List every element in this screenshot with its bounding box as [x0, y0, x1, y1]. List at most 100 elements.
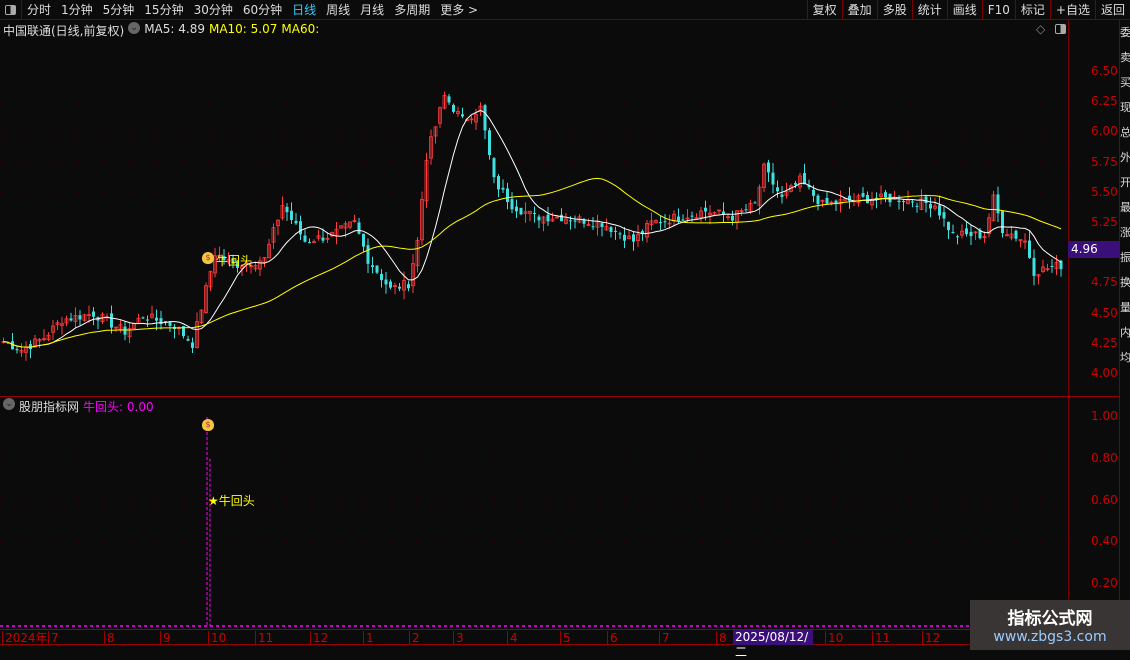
candle-body [767, 162, 770, 173]
indicator-source: 股朋指标网 [19, 400, 80, 414]
candle-body [488, 130, 491, 156]
candle-body [659, 222, 662, 224]
candle-body [573, 220, 577, 222]
candle-body [321, 237, 325, 241]
candle-body [299, 221, 302, 235]
date-label: 3 [453, 631, 464, 645]
candle-body [294, 220, 298, 224]
candle-body [69, 318, 73, 321]
candle-body [146, 319, 149, 321]
candle-body [492, 158, 496, 178]
candle-body [1050, 265, 1054, 267]
candle-body [897, 200, 901, 203]
candle-body [515, 206, 518, 212]
chevron-down-icon[interactable]: ⌄ [3, 398, 15, 410]
price-tick: 6.50 [1091, 64, 1118, 78]
candle-body [537, 216, 541, 221]
candle-body [780, 194, 784, 197]
candle-body [461, 114, 464, 117]
panel-divider[interactable] [0, 396, 1120, 397]
date-label: 10 [208, 631, 226, 645]
candle-body [290, 210, 293, 220]
candle-body [690, 215, 694, 217]
watermark: 指标公式网 www.zbgs3.com [970, 600, 1130, 650]
date-axis: 2024年 7 8 9 10 11 12 1 2 3 4 5 6 7 8 10 11 12 [0, 629, 1130, 645]
indicator-tick: 0.40 [1091, 534, 1118, 549]
price-tick: 6.00 [1091, 124, 1118, 139]
candle-body [533, 212, 536, 214]
candle-body [1032, 257, 1036, 276]
candle-body [591, 226, 595, 228]
candle-body [501, 187, 505, 190]
candle-body [861, 193, 865, 197]
money-bag-icon: $ [202, 419, 214, 431]
candle-body [753, 202, 757, 204]
candle-body [947, 221, 950, 231]
toolbar-button[interactable]: 返回 [1094, 0, 1130, 20]
candle-body [308, 242, 311, 244]
candle-body [303, 235, 307, 242]
date-label: 9 [160, 631, 171, 645]
candle-body [866, 194, 869, 204]
candle-body [794, 183, 797, 185]
candle-body [141, 317, 145, 319]
indicator-tick: 0.60 [1091, 492, 1118, 507]
candle-body [384, 279, 388, 285]
candle-body [956, 236, 959, 238]
indicator-tick: 0.80 [1091, 450, 1118, 465]
candle-body [380, 273, 383, 281]
signal-label-main: 牛回头 [216, 254, 253, 268]
date-label: 12 [310, 631, 328, 645]
candle-body [510, 199, 514, 210]
candle-body [942, 212, 946, 219]
candle-body [452, 104, 455, 112]
money-bag-icon: $ [202, 252, 214, 264]
current-price-tag: 4.96 [1068, 241, 1120, 258]
candle-body [825, 197, 829, 204]
candle-body [677, 216, 680, 221]
candle-body [812, 189, 815, 196]
candle-body [614, 230, 617, 232]
candle-body [632, 234, 635, 242]
candle-body [969, 231, 973, 237]
candle-body [371, 265, 374, 267]
candle-body [704, 207, 707, 212]
candle-body [951, 231, 955, 233]
date-label: 6 [607, 631, 618, 645]
candle-body [731, 215, 734, 221]
candle-body [389, 281, 392, 288]
candle-body [506, 188, 509, 203]
candle-body [915, 205, 919, 207]
candle-body [663, 221, 667, 223]
candle-body [771, 172, 775, 185]
candle-body [92, 311, 95, 317]
candle-body [407, 284, 410, 289]
candle-body [519, 207, 523, 215]
price-tick: 4.50 [1091, 305, 1118, 320]
price-tick: 4.75 [1091, 275, 1118, 290]
watermark-name: 指标公式网 [1007, 609, 1093, 629]
candle-body [816, 195, 820, 205]
price-tick: 4.00 [1091, 366, 1118, 380]
candle-body [78, 315, 82, 320]
price-tick: 5.50 [1091, 184, 1118, 199]
date-label: 7 [659, 631, 670, 645]
price-chart[interactable] [0, 0, 1068, 628]
candle-body [776, 187, 779, 192]
candle-body [362, 233, 365, 247]
price-tick: 4.25 [1091, 335, 1118, 350]
candle-body [483, 105, 487, 131]
date-label: 1 [363, 631, 374, 645]
indicator-info: ⌄ 股朋指标网 牛回头: 0.00 [3, 398, 154, 415]
candle-body [546, 214, 550, 222]
date-label: 7 [48, 631, 59, 645]
date-label: 8 [716, 631, 727, 645]
candle-body [929, 203, 932, 209]
moving-average-line [3, 109, 1062, 348]
candle-body [357, 222, 361, 234]
candle-body [803, 173, 806, 185]
candle-body [681, 219, 685, 221]
signal-label-sub: ★牛回头 [208, 494, 255, 508]
candle-body [744, 209, 748, 211]
side-panel-strip[interactable]: 委卖买现总外开最涨振换量内均 [1120, 20, 1130, 630]
